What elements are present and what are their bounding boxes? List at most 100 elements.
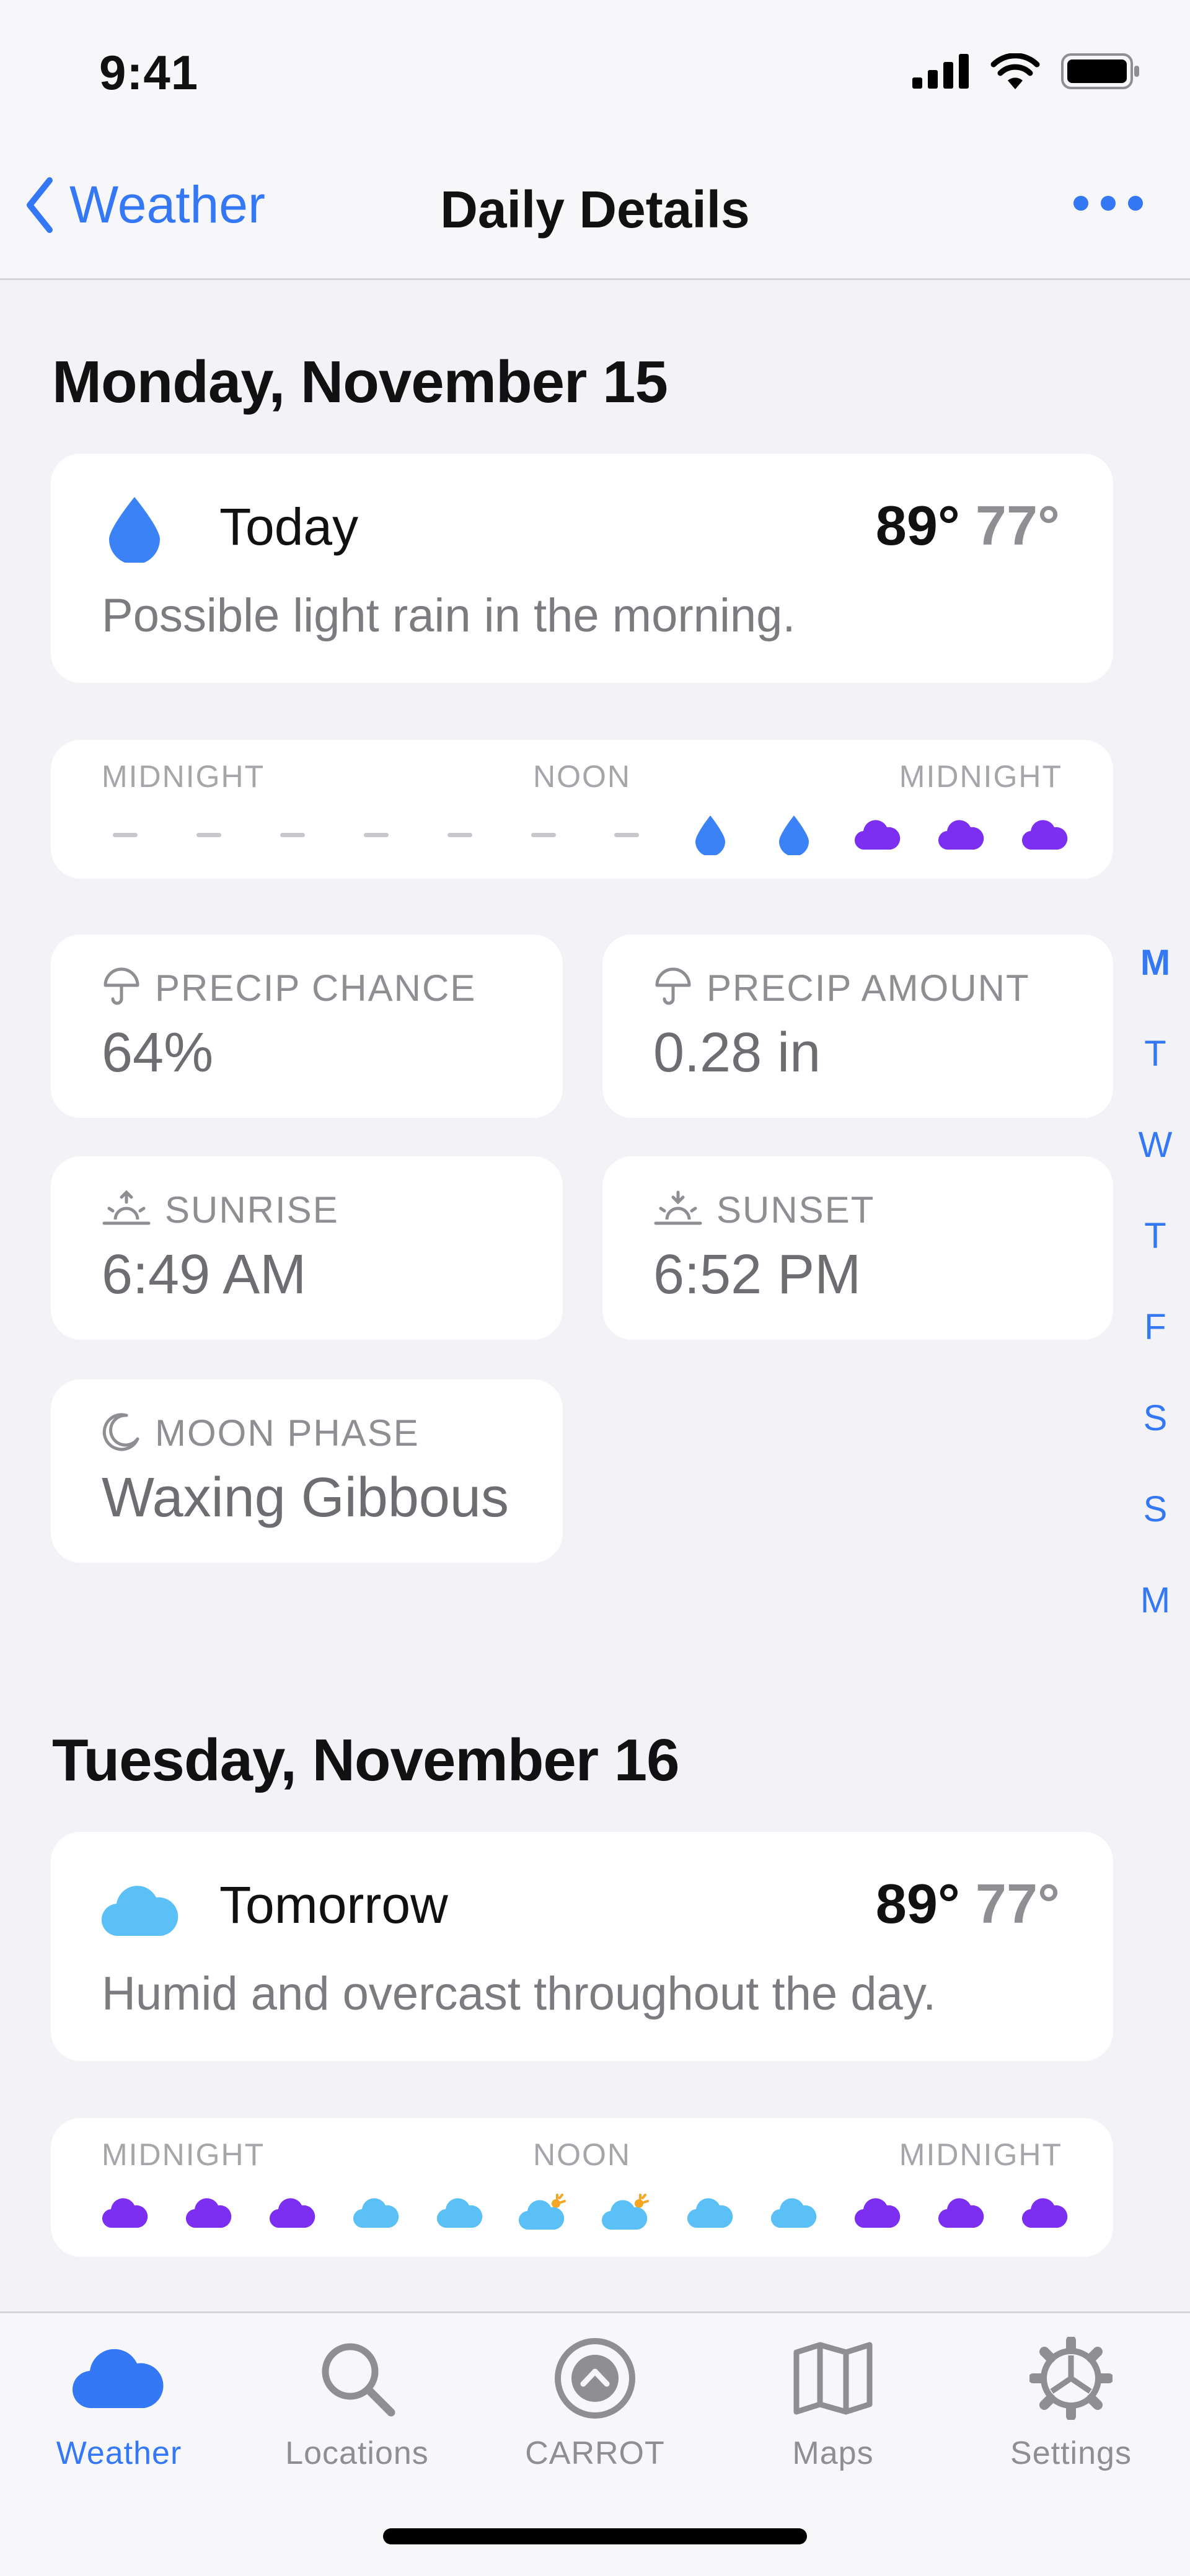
temp-low: 77° (975, 495, 1060, 557)
day-index-item[interactable]: F (1130, 1306, 1180, 1397)
tile-value: 6:52 PM (653, 1244, 862, 1306)
tab-settings[interactable]: Settings (952, 2332, 1190, 2472)
day-index-item[interactable]: S (1130, 1488, 1180, 1580)
tile-header: SUNRISE (102, 1189, 339, 1231)
tab-label: Maps (792, 2435, 874, 2471)
temperature-range: 89° 77° (876, 495, 1060, 558)
sunset-icon (653, 1189, 703, 1231)
home-indicator (383, 2528, 807, 2544)
tab-label: Weather (56, 2435, 182, 2471)
status-bar: 9:41 (0, 0, 1190, 143)
tile-label: PRECIP CHANCE (155, 967, 477, 1009)
raindrop-icon (685, 807, 735, 863)
night-cloud-icon (937, 807, 986, 863)
carrot-logo-icon (553, 2332, 637, 2425)
tile-label: MOON PHASE (155, 1412, 420, 1454)
no-precip-dash (100, 807, 150, 863)
temp-low: 77° (975, 1873, 1060, 1935)
tab-maps[interactable]: Maps (714, 2332, 952, 2472)
night-cloud-icon (268, 2185, 317, 2241)
night-cloud-icon (1020, 807, 1070, 863)
no-precip-dash (519, 807, 568, 863)
hourly-strip[interactable]: MIDNIGHT NOON MIDNIGHT (51, 2118, 1113, 2257)
tab-label: CARROT (525, 2435, 665, 2471)
tile-value: 0.28 in (653, 1022, 821, 1084)
sunrise-tile[interactable]: SUNRISE 6:49 AM (51, 1156, 563, 1340)
hourly-labels: MIDNIGHT NOON MIDNIGHT (102, 2137, 1062, 2180)
day-index-item[interactable]: M (1130, 942, 1180, 1033)
cloud-icon (685, 2185, 735, 2241)
precip-chance-tile[interactable]: PRECIP CHANCE 64% (51, 934, 563, 1118)
day-index-item[interactable]: S (1130, 1397, 1180, 1488)
tile-label: SUNSET (716, 1189, 875, 1231)
tab-weather[interactable]: Weather (0, 2332, 238, 2472)
cloud-icon (73, 2332, 165, 2425)
no-precip-dash (184, 807, 234, 863)
more-dot-icon (1101, 196, 1116, 211)
no-precip-dash (602, 807, 651, 863)
forecast-description: Possible light rain in the morning. (102, 589, 796, 642)
umbrella-icon (102, 967, 141, 1009)
day-index-rail[interactable]: MTWTFSSM (1130, 942, 1180, 1671)
no-precip-dash (351, 807, 401, 863)
map-icon (793, 2332, 873, 2425)
no-precip-dash (435, 807, 485, 863)
battery-icon (1061, 53, 1139, 89)
day-heading: Monday, November 15 (52, 349, 668, 415)
day-summary-card[interactable]: Today 89° 77° Possible light rain in the… (51, 454, 1113, 683)
hourly-label-end: MIDNIGHT (899, 759, 1062, 794)
cloud-icon (769, 2185, 819, 2241)
wifi-icon (990, 53, 1040, 89)
cloud-icon (351, 2185, 401, 2241)
night-cloud-icon (184, 2185, 234, 2241)
night-cloud-icon (1020, 2185, 1070, 2241)
temperature-range: 89° 77° (876, 1873, 1060, 1936)
tile-label: PRECIP AMOUNT (707, 967, 1030, 1009)
more-dot-icon (1073, 196, 1088, 211)
tile-label: SUNRISE (165, 1189, 339, 1231)
page-title: Daily Details (440, 180, 750, 239)
tab-locations[interactable]: Locations (238, 2332, 476, 2472)
hourly-icons (100, 807, 1070, 863)
status-icons (912, 53, 1140, 89)
day-label: Today (219, 498, 359, 556)
hourly-icons (100, 2185, 1070, 2241)
sunset-tile[interactable]: SUNSET 6:52 PM (602, 1156, 1113, 1340)
tile-header: PRECIP AMOUNT (653, 967, 1030, 1009)
night-cloud-icon (100, 2185, 150, 2241)
night-cloud-icon (937, 2185, 986, 2241)
moon-icon (102, 1412, 141, 1454)
status-time: 9:41 (99, 45, 199, 100)
search-icon (317, 2332, 397, 2425)
gear-icon (1029, 2332, 1113, 2425)
day-index-item[interactable]: W (1130, 1124, 1180, 1215)
cellular-signal-icon (912, 54, 969, 89)
tile-header: SUNSET (653, 1189, 875, 1231)
day-index-item[interactable]: T (1130, 1033, 1180, 1124)
tile-value: 6:49 AM (102, 1244, 307, 1306)
tab-label: Locations (285, 2435, 429, 2471)
hourly-strip[interactable]: MIDNIGHT NOON MIDNIGHT (51, 740, 1113, 879)
tile-value: 64% (102, 1022, 214, 1084)
tab-carrot[interactable]: CARROT (476, 2332, 714, 2472)
day-index-item[interactable]: T (1130, 1215, 1180, 1306)
hourly-labels: MIDNIGHT NOON MIDNIGHT (102, 758, 1062, 802)
sunrise-icon (102, 1189, 151, 1231)
navigation-bar: Weather Daily Details (0, 143, 1190, 280)
cloud-icon (101, 1881, 178, 1941)
raindrop-icon (769, 807, 819, 863)
partly-sunny-icon (518, 2185, 568, 2241)
tile-header: PRECIP CHANCE (102, 967, 476, 1009)
precip-amount-tile[interactable]: PRECIP AMOUNT 0.28 in (602, 934, 1113, 1118)
day-summary-card[interactable]: Tomorrow 89° 77° Humid and overcast thro… (51, 1832, 1113, 2061)
no-precip-dash (268, 807, 317, 863)
night-cloud-icon (853, 2185, 902, 2241)
forecast-description: Humid and overcast throughout the day. (102, 1967, 937, 2020)
temp-high: 89° (875, 495, 960, 557)
day-label: Tomorrow (219, 1876, 448, 1934)
temp-high: 89° (875, 1873, 960, 1935)
day-index-item[interactable]: M (1130, 1580, 1180, 1671)
tile-header: MOON PHASE (102, 1412, 420, 1454)
more-button[interactable] (1073, 196, 1143, 211)
moon-phase-tile[interactable]: MOON PHASE Waxing Gibbous (51, 1379, 563, 1563)
